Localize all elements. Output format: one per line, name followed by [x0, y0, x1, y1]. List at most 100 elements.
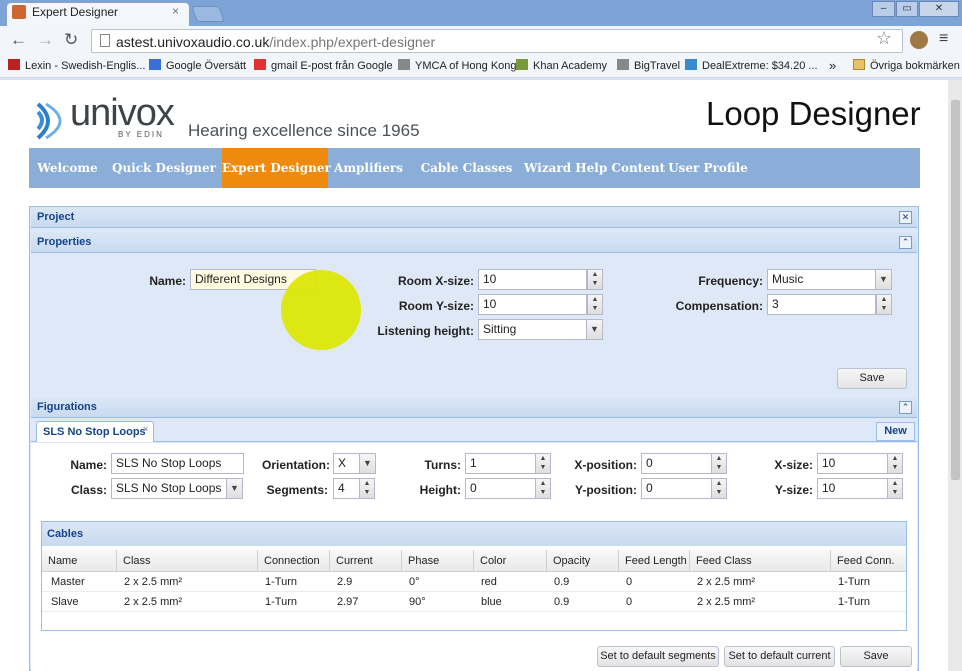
lexin-icon [8, 59, 20, 70]
nav-cable-classes[interactable]: Cable Classes [409, 148, 524, 188]
set-default-segments-button[interactable]: Set to default segments [597, 646, 719, 667]
column-header[interactable]: Feed Class [690, 550, 831, 572]
bookmark-item[interactable]: DealExtreme: $34.20 ... [685, 59, 818, 72]
listening-height-select[interactable]: Sitting [478, 319, 587, 340]
new-tab-button[interactable] [191, 6, 225, 22]
fig-class-select[interactable]: SLS No Stop Loops [111, 478, 227, 499]
bookmark-label: BigTravel [634, 60, 681, 72]
properties-header: Properties [31, 232, 917, 253]
bookmark-item[interactable]: YMCA of Hong Kong [398, 59, 517, 72]
y-position-spinner[interactable]: ▲ ▼ [711, 478, 727, 499]
nav-welcome[interactable]: Welcome [29, 148, 106, 188]
extension-icon[interactable] [910, 31, 928, 49]
y-size-input[interactable]: 10 [817, 478, 888, 499]
other-bookmarks[interactable]: Övriga bokmärken [853, 59, 960, 72]
tab-sls-no-stop-loops[interactable]: SLS No Stop Loops [36, 421, 154, 442]
dx-icon [685, 59, 697, 70]
bookmark-item[interactable]: BigTravel [617, 59, 680, 72]
x-position-input[interactable]: 0 [641, 453, 712, 474]
bookmark-item[interactable]: Lexin - Swedish-Englis... [8, 59, 145, 72]
bookmarks-overflow-icon[interactable]: » [829, 58, 836, 73]
nav-wizard-help-content[interactable]: Wizard Help Content [524, 148, 665, 188]
table-cell: 2 x 2.5 mm² [124, 576, 183, 588]
room-x-spinner[interactable]: ▲ ▼ [587, 269, 603, 290]
forward-icon[interactable]: → [37, 30, 54, 50]
nav-user-profile[interactable]: User Profile [655, 148, 761, 188]
scrollbar-thumb[interactable] [951, 100, 960, 480]
bookmark-label: DealExtreme: $34.20 ... [702, 60, 818, 72]
segments-spinner[interactable]: ▲ ▼ [359, 478, 375, 499]
column-header[interactable]: Class [117, 550, 258, 572]
back-icon[interactable]: ← [10, 30, 27, 50]
y-position-input[interactable]: 0 [641, 478, 712, 499]
fig-name-input[interactable]: SLS No Stop Loops [111, 453, 244, 474]
height-input[interactable]: 0 [465, 478, 536, 499]
bookmark-label: Lexin - Swedish-Englis... [25, 60, 146, 72]
room-y-spinner[interactable]: ▲ ▼ [587, 294, 603, 315]
orientation-select[interactable]: X [333, 453, 360, 474]
table-cell: 0.9 [554, 596, 570, 608]
height-label: Height: [419, 483, 461, 497]
chevron-down-icon[interactable]: ▼ [586, 319, 603, 340]
tab-close-icon[interactable]: × [143, 424, 148, 434]
bookmark-item[interactable]: Khan Academy [516, 59, 607, 72]
maximize-button[interactable]: ▭ [896, 1, 918, 17]
chevron-down-icon[interactable]: ▼ [875, 269, 892, 290]
set-default-current-button[interactable]: Set to default current [724, 646, 835, 667]
figuration-save-button[interactable]: Save [840, 646, 912, 667]
nav-amplifiers[interactable]: Amplifiers [328, 148, 409, 188]
page-icon [398, 59, 410, 70]
close-window-button[interactable]: ✕ [919, 1, 959, 17]
nav-quick-designer[interactable]: Quick Designer [106, 148, 222, 188]
new-figuration-button[interactable]: New [876, 422, 915, 441]
properties-save-button[interactable]: Save [837, 368, 907, 389]
tab-close-icon[interactable]: × [172, 4, 179, 18]
column-header[interactable]: Name [42, 550, 117, 572]
bookmark-star-icon[interactable]: ☆ [876, 28, 892, 49]
table-cell: 2 x 2.5 mm² [697, 596, 756, 608]
table-row[interactable]: Master 2 x 2.5 mm² 1-Turn 2.9 0° red 0.9… [42, 572, 906, 592]
bookmark-item[interactable]: gmail E-post från Google [254, 59, 393, 72]
height-spinner[interactable]: ▲ ▼ [535, 478, 551, 499]
column-header[interactable]: Feed Length [619, 550, 690, 572]
turns-input[interactable]: 1 [465, 453, 536, 474]
nav-expert-designer[interactable]: Expert Designer [222, 148, 331, 188]
project-header: Project [31, 207, 917, 228]
url-host: astest.univoxaudio.co.uk [116, 34, 270, 50]
x-position-spinner[interactable]: ▲ ▼ [711, 453, 727, 474]
turns-spinner[interactable]: ▲ ▼ [535, 453, 551, 474]
close-icon[interactable]: ✕ [899, 211, 912, 224]
segments-input[interactable]: 4 [333, 478, 360, 499]
collapse-icon[interactable]: ⌃ [899, 236, 912, 249]
column-header[interactable]: Phase [402, 550, 474, 572]
column-header[interactable]: Feed Conn. [831, 550, 906, 572]
segments-label: Segments: [266, 483, 328, 497]
column-header[interactable]: Current [330, 550, 402, 572]
chevron-down-icon[interactable]: ▼ [226, 478, 243, 499]
minimize-button[interactable]: – [872, 1, 895, 17]
x-size-input[interactable]: 10 [817, 453, 888, 474]
fig-name-label: Name: [70, 458, 107, 472]
room-y-input[interactable]: 10 [478, 294, 587, 315]
compensation-spinner[interactable]: ▲ ▼ [876, 294, 892, 315]
column-header[interactable]: Opacity [547, 550, 619, 572]
column-header[interactable]: Color [474, 550, 547, 572]
frequency-select[interactable]: Music [767, 269, 876, 290]
y-size-spinner[interactable]: ▲ ▼ [887, 478, 903, 499]
bookmark-item[interactable]: Google Översätt [149, 59, 246, 72]
table-cell: 0° [409, 576, 420, 588]
menu-icon[interactable]: ≡ [939, 30, 948, 48]
name-label: Name: [149, 274, 186, 288]
collapse-icon[interactable]: ⌃ [899, 401, 912, 414]
chevron-down-icon[interactable]: ▼ [359, 453, 376, 474]
listening-height-label: Listening height: [377, 324, 474, 338]
address-bar[interactable]: astest.univoxaudio.co.uk/index.php/exper… [91, 29, 903, 53]
figuration-tabbar [31, 420, 917, 442]
table-cell: 1-Turn [265, 596, 297, 608]
table-row[interactable]: Slave 2 x 2.5 mm² 1-Turn 2.97 90° blue 0… [42, 592, 906, 612]
reload-icon[interactable]: ↻ [64, 30, 78, 50]
column-header[interactable]: Connection [258, 550, 330, 572]
compensation-input[interactable]: 3 [767, 294, 876, 315]
x-size-spinner[interactable]: ▲ ▼ [887, 453, 903, 474]
room-x-input[interactable]: 10 [478, 269, 587, 290]
